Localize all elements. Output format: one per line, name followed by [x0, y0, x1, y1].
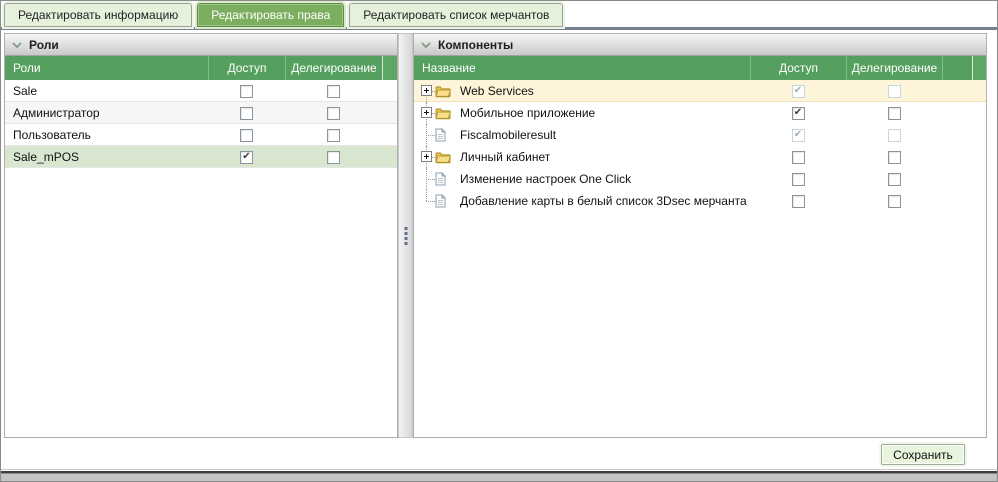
file-icon	[435, 128, 446, 142]
panel-splitter[interactable]	[398, 33, 413, 438]
delegation-checkbox[interactable]	[888, 195, 901, 208]
roles-rows: Sale Администратор Пользователь Sale_mPOS	[5, 80, 397, 437]
tab-edit-info[interactable]: Редактировать информацию	[4, 3, 192, 27]
roles-header-stub	[382, 56, 397, 80]
expand-plus-icon[interactable]	[421, 151, 432, 162]
folder-icon	[435, 85, 451, 98]
delegation-checkbox[interactable]	[888, 173, 901, 186]
splitter-grip-icon[interactable]	[404, 227, 407, 245]
delegation-checkbox	[888, 129, 901, 142]
tab-edit-rights[interactable]: Редактировать права	[197, 3, 344, 27]
tree-gutter	[414, 80, 460, 102]
components-column-header-delegation[interactable]: Делегирование	[846, 56, 942, 80]
delegation-checkbox[interactable]	[888, 151, 901, 164]
chevron-down-icon[interactable]	[12, 42, 22, 48]
access-checkbox[interactable]	[240, 151, 253, 164]
table-row[interactable]: Пользователь	[5, 124, 397, 146]
tree-gutter	[414, 168, 460, 190]
folder-icon	[435, 107, 451, 120]
access-checkbox[interactable]	[240, 107, 253, 120]
component-name: Мобильное приложение	[460, 106, 750, 120]
tree-row[interactable]: Личный кабинет	[414, 146, 986, 168]
tree-row[interactable]: Web Services	[414, 80, 986, 102]
delegation-checkbox	[888, 85, 901, 98]
access-checkbox[interactable]	[240, 85, 253, 98]
access-checkbox[interactable]	[792, 195, 805, 208]
role-name: Администратор	[5, 106, 208, 120]
roles-column-header-access[interactable]: Доступ	[208, 56, 285, 80]
delegation-checkbox[interactable]	[327, 129, 340, 142]
role-name: Sale_mPOS	[5, 150, 208, 164]
roles-panel-title: Роли	[29, 38, 59, 52]
access-checkbox	[792, 85, 805, 98]
file-icon	[435, 172, 446, 186]
components-rows: Web Services Мобильное приложение Fiscalmo…	[414, 80, 986, 437]
expand-plus-icon[interactable]	[421, 85, 432, 96]
tree-gutter	[414, 102, 460, 124]
delegation-checkbox[interactable]	[327, 151, 340, 164]
access-checkbox[interactable]	[240, 129, 253, 142]
components-column-header-access[interactable]: Доступ	[750, 56, 846, 80]
components-grid-header: Название Доступ Делегирование	[414, 56, 986, 80]
table-row[interactable]: Администратор	[5, 102, 397, 124]
components-header-tail	[942, 56, 986, 80]
roles-column-header-delegation[interactable]: Делегирование	[285, 56, 382, 80]
tree-gutter	[414, 190, 460, 212]
delegation-checkbox[interactable]	[327, 107, 340, 120]
tab-edit-merchants[interactable]: Редактировать список мерчантов	[349, 3, 563, 27]
component-name: Изменение настроек One Click	[460, 172, 750, 186]
tab-bar: Редактировать информациюРедактировать пр…	[4, 3, 563, 27]
delegation-checkbox[interactable]	[888, 107, 901, 120]
save-button[interactable]: Сохранить	[881, 444, 965, 465]
access-checkbox[interactable]	[792, 151, 805, 164]
folder-icon	[435, 151, 451, 164]
tree-row[interactable]: Мобильное приложение	[414, 102, 986, 124]
access-checkbox[interactable]	[792, 173, 805, 186]
components-column-header-name[interactable]: Название	[414, 56, 750, 80]
permissions-window: Редактировать информациюРедактировать пр…	[0, 0, 998, 482]
tree-connector	[426, 190, 427, 201]
component-name: Fiscalmobileresult	[460, 128, 750, 142]
role-name: Пользователь	[5, 128, 208, 142]
components-panel: Компоненты Название Доступ Делегирование…	[413, 33, 987, 438]
tab-underline	[1, 27, 997, 30]
component-name: Добавление карты в белый список 3Dsec ме…	[460, 194, 750, 208]
tree-row[interactable]: Добавление карты в белый список 3Dsec ме…	[414, 190, 986, 212]
roles-panel-header[interactable]: Роли	[5, 34, 397, 56]
component-name: Web Services	[460, 84, 750, 98]
roles-panel: Роли Роли Доступ Делегирование Sale Админ…	[4, 33, 398, 438]
tree-gutter	[414, 146, 460, 168]
tree-row[interactable]: Fiscalmobileresult	[414, 124, 986, 146]
access-checkbox	[792, 129, 805, 142]
delegation-checkbox[interactable]	[327, 85, 340, 98]
table-row[interactable]: Sale	[5, 80, 397, 102]
components-header-stub	[972, 56, 986, 80]
file-icon	[435, 194, 446, 208]
component-name: Личный кабинет	[460, 150, 750, 164]
components-panel-header[interactable]: Компоненты	[414, 34, 986, 56]
table-row[interactable]: Sale_mPOS	[5, 146, 397, 168]
roles-column-header-name[interactable]: Роли	[5, 56, 208, 80]
tree-row[interactable]: Изменение настроек One Click	[414, 168, 986, 190]
role-name: Sale	[5, 84, 208, 98]
window-bottom-edge	[1, 469, 997, 481]
components-panel-title: Компоненты	[438, 38, 513, 52]
roles-grid-header: Роли Доступ Делегирование	[5, 56, 397, 80]
chevron-down-icon[interactable]	[421, 42, 431, 48]
tree-gutter	[414, 124, 460, 146]
expand-plus-icon[interactable]	[421, 107, 432, 118]
access-checkbox[interactable]	[792, 107, 805, 120]
